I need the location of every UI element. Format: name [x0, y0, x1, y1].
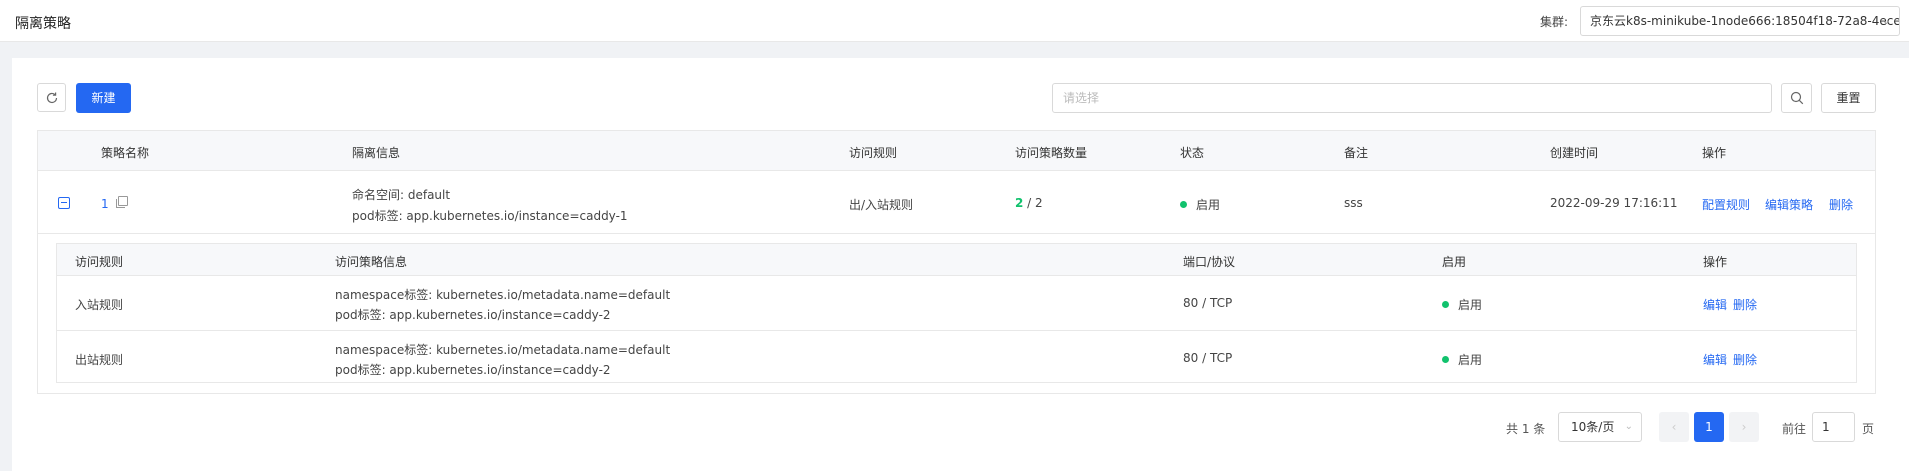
refresh-button[interactable] [37, 83, 66, 112]
goto-label: 前往 [1782, 422, 1807, 436]
col-remark: 备注 [1344, 146, 1369, 160]
col-name: 策略名称 [101, 146, 150, 160]
policy-name-link[interactable]: 1 [101, 196, 128, 211]
status-dot-icon [1180, 201, 1187, 208]
page-1-button[interactable]: 1 [1694, 412, 1724, 442]
chevron-left-icon: ‹ [1671, 420, 1677, 434]
isolation-namespace: 命名空间: default [352, 188, 451, 202]
policy-table: 策略名称 隔离信息 访问规则 访问策略数量 状态 备注 创建时间 操作 1 命名… [37, 130, 1876, 394]
col-status: 状态 [1180, 146, 1205, 160]
page-size-select[interactable]: 10条/页 ⌄ [1558, 412, 1642, 442]
sub-col-info: 访问策略信息 [335, 255, 408, 269]
col-created: 创建时间 [1550, 146, 1599, 160]
delete-rule-link[interactable]: 删除 [1733, 296, 1757, 313]
delete-rule-link[interactable]: 删除 [1733, 351, 1757, 368]
page-title: 隔离策略 [15, 16, 71, 32]
rule-type: 入站规则 [75, 298, 124, 312]
col-policy-count: 访问策略数量 [1015, 146, 1088, 160]
enabled-badge: 启用 [1442, 351, 1482, 368]
isolation-pod-label: pod标签: app.kubernetes.io/instance=caddy-… [352, 209, 628, 223]
goto-page-input[interactable]: 1 [1812, 412, 1855, 442]
chevron-down-icon: ⌄ [1881, 14, 1891, 27]
page-size-value: 10条/页 [1571, 420, 1615, 434]
chevron-right-icon: › [1741, 420, 1747, 434]
copy-icon[interactable] [115, 196, 128, 208]
policy-count-total: 2 [1035, 196, 1043, 210]
search-icon [1790, 91, 1804, 105]
sub-col-enabled: 启用 [1442, 255, 1467, 269]
created-time: 2022-09-29 17:16:11 [1550, 196, 1678, 210]
enabled-badge: 启用 [1442, 296, 1482, 313]
policy-count: 2 / 2 [1015, 196, 1043, 210]
search-input[interactable]: 请选择 [1052, 83, 1772, 113]
configure-rules-link[interactable]: 配置规则 [1702, 196, 1750, 213]
cluster-select[interactable]: 京东云k8s-minikube-1node666:18504f18-72a8-4… [1580, 6, 1900, 36]
access-rule: 出/入站规则 [849, 198, 914, 212]
total-count: 共 1 条 [1506, 422, 1546, 436]
rule-namespace-label: namespace标签: kubernetes.io/metadata.name… [335, 343, 671, 357]
edit-policy-link[interactable]: 编辑策略 [1765, 196, 1813, 213]
reset-button[interactable]: 重置 [1821, 83, 1876, 113]
col-actions: 操作 [1702, 146, 1727, 160]
page-suffix: 页 [1862, 422, 1875, 436]
status-badge: 启用 [1180, 196, 1220, 213]
sub-col-port: 端口/协议 [1183, 255, 1236, 269]
edit-rule-link[interactable]: 编辑 [1703, 296, 1727, 313]
table-row: 出站规则 namespace标签: kubernetes.io/metadata… [57, 331, 1856, 386]
rule-namespace-label: namespace标签: kubernetes.io/metadata.name… [335, 288, 671, 302]
top-bar: 隔离策略 集群: 京东云k8s-minikube-1node666:18504f… [0, 0, 1909, 42]
collapse-icon[interactable] [58, 197, 70, 209]
cluster-label: 集群: [1540, 15, 1569, 29]
table-row: 入站规则 namespace标签: kubernetes.io/metadata… [57, 276, 1856, 331]
rule-type: 出站规则 [75, 353, 124, 367]
remark: sss [1344, 196, 1363, 210]
port-protocol: 80 / TCP [1183, 296, 1233, 310]
next-page-button[interactable]: › [1729, 412, 1759, 442]
delete-link[interactable]: 删除 [1829, 196, 1853, 213]
subtable-header: 访问规则 访问策略信息 端口/协议 启用 操作 [57, 244, 1856, 276]
col-isolation: 隔离信息 [352, 146, 401, 160]
rules-subtable: 访问规则 访问策略信息 端口/协议 启用 操作 入站规则 namespace标签… [56, 243, 1857, 383]
search-button[interactable] [1781, 83, 1812, 113]
refresh-icon [46, 92, 57, 104]
port-protocol: 80 / TCP [1183, 351, 1233, 365]
status-dot-icon [1442, 301, 1449, 308]
sub-col-rule: 访问规则 [75, 255, 124, 269]
col-access-rule: 访问规则 [849, 146, 898, 160]
cluster-select-value: 京东云k8s-minikube-1node666:18504f18-72a8-4… [1590, 14, 1900, 28]
rule-pod-label: pod标签: app.kubernetes.io/instance=caddy-… [335, 308, 611, 322]
status-dot-icon [1442, 356, 1449, 363]
table-header: 策略名称 隔离信息 访问规则 访问策略数量 状态 备注 创建时间 操作 [38, 131, 1875, 171]
table-row: 1 命名空间: default pod标签: app.kubernetes.io… [38, 172, 1875, 234]
new-button[interactable]: 新建 [76, 83, 131, 113]
sub-col-actions: 操作 [1703, 255, 1728, 269]
rule-pod-label: pod标签: app.kubernetes.io/instance=caddy-… [335, 363, 611, 377]
prev-page-button[interactable]: ‹ [1659, 412, 1689, 442]
edit-rule-link[interactable]: 编辑 [1703, 351, 1727, 368]
policy-count-sep: / [1023, 196, 1036, 210]
chevron-down-icon: ⌄ [1624, 421, 1633, 432]
